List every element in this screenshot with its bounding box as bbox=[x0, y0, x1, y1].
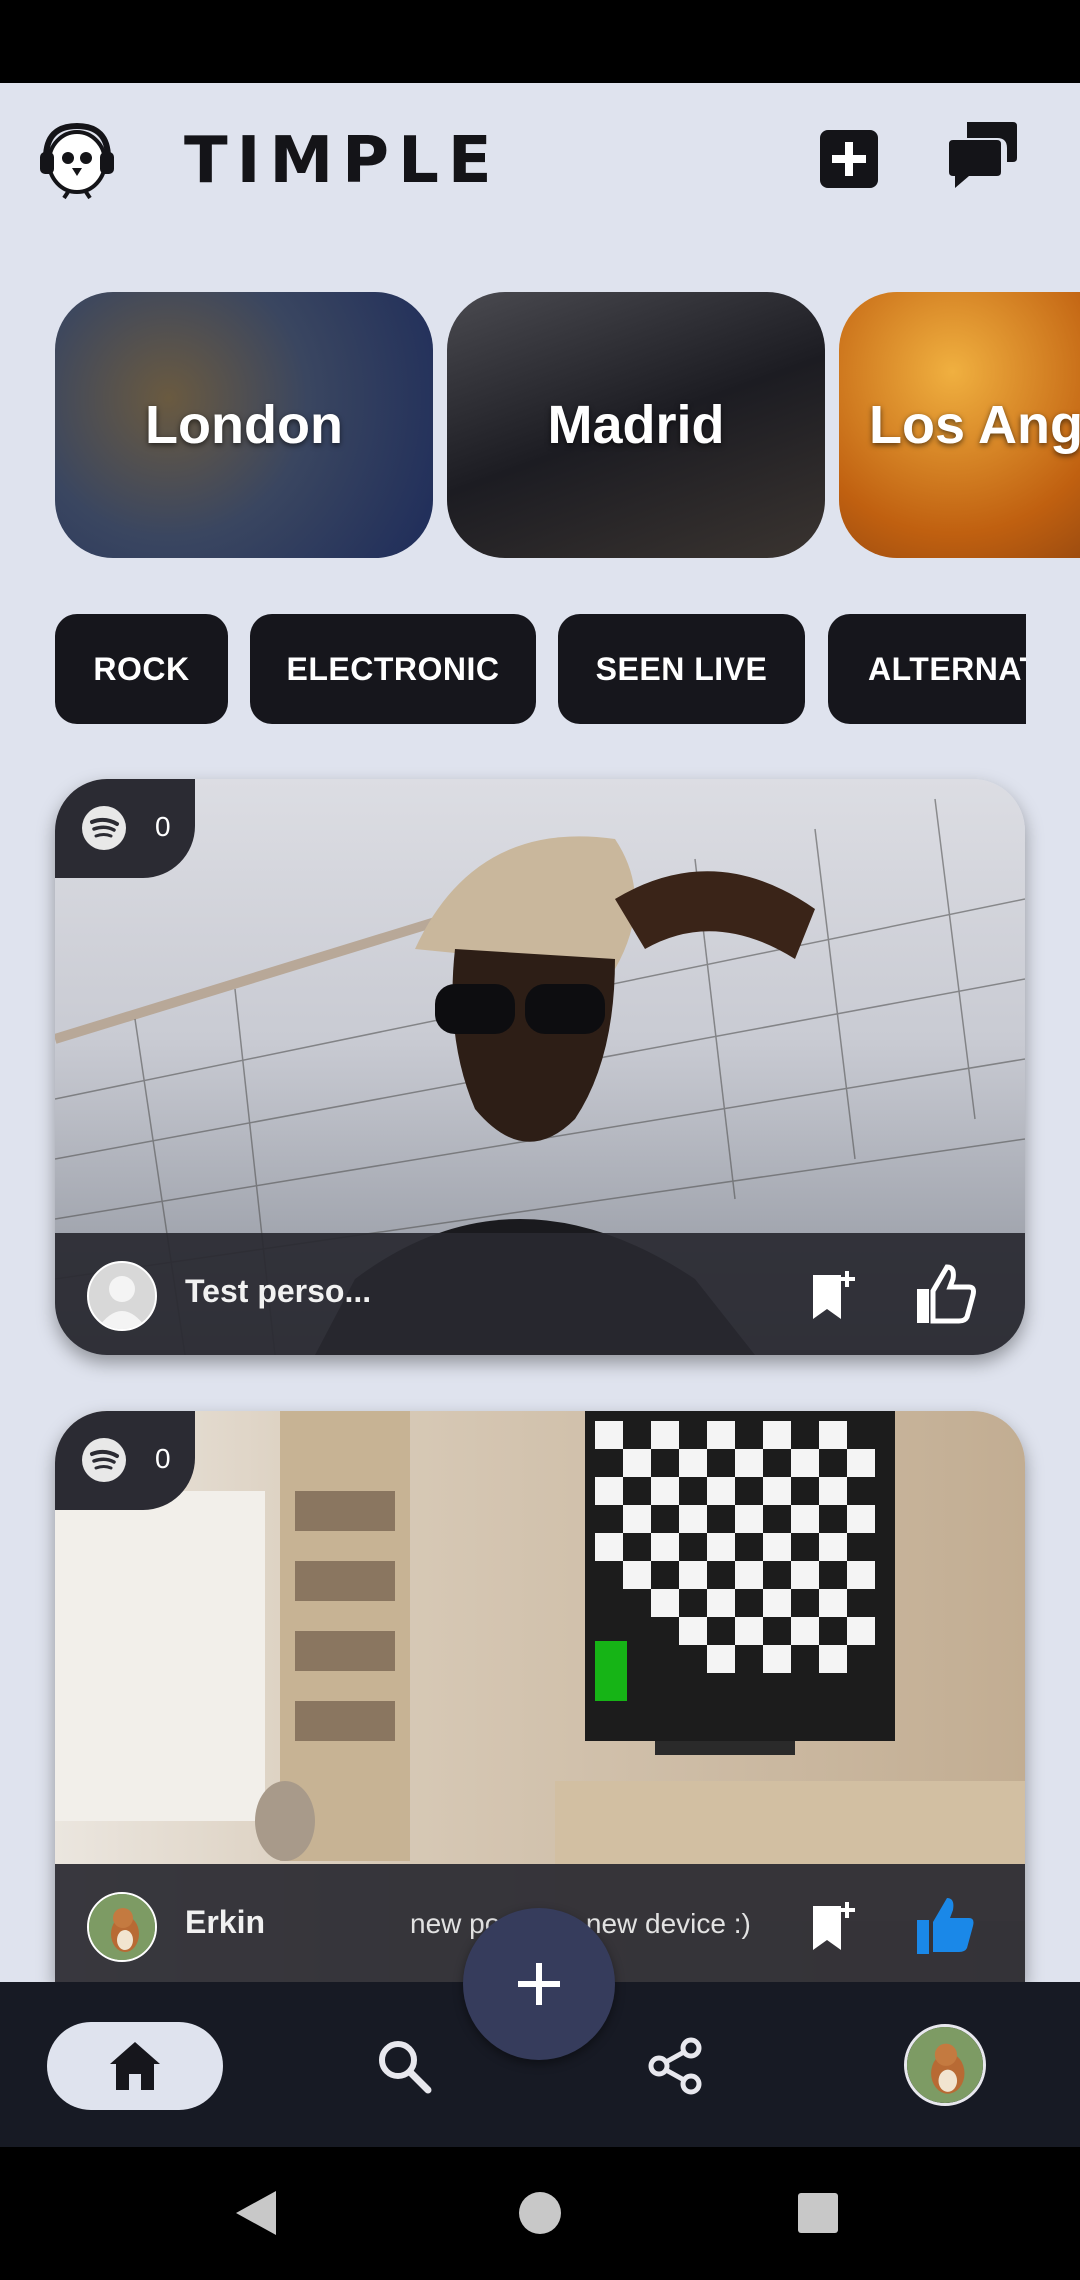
city-card-los-angeles[interactable]: Los Ang bbox=[839, 292, 1080, 558]
city-label: London bbox=[145, 395, 343, 455]
thumbs-up-icon bbox=[917, 1264, 976, 1324]
search-icon bbox=[379, 2041, 432, 2094]
bookmark-plus-icon bbox=[813, 1271, 855, 1319]
thumbs-up-filled-icon bbox=[917, 1898, 974, 1954]
city-carousel[interactable]: London Madrid Los Ang bbox=[0, 292, 1080, 558]
share-icon bbox=[648, 2037, 702, 2095]
post-card[interactable]: 0 Test perso... bbox=[55, 779, 1025, 1355]
system-nav-bar bbox=[0, 2147, 1080, 2280]
avatar[interactable] bbox=[87, 1892, 157, 1962]
nav-home-button[interactable] bbox=[47, 2022, 223, 2110]
spotify-icon bbox=[82, 1438, 126, 1482]
genre-chip-electronic[interactable]: ELECTRONIC bbox=[250, 614, 536, 724]
messages-button[interactable] bbox=[944, 115, 1024, 195]
like-button[interactable] bbox=[913, 1263, 977, 1327]
city-card-london[interactable]: London bbox=[55, 292, 433, 558]
post-card[interactable]: 0 Erkin new po a new device :) bbox=[55, 1411, 1025, 1982]
post-username[interactable]: Test perso... bbox=[185, 1273, 371, 1310]
genre-chips[interactable]: ROCK ELECTRONIC SEEN LIVE ALTERNAT bbox=[0, 614, 1026, 724]
genre-chip-rock[interactable]: ROCK bbox=[55, 614, 228, 724]
recents-icon[interactable] bbox=[798, 2193, 838, 2233]
plus-icon bbox=[518, 1963, 560, 2005]
city-card-madrid[interactable]: Madrid bbox=[447, 292, 825, 558]
bird-headphones-logo-icon[interactable] bbox=[36, 118, 118, 200]
app-title: TIMPLE bbox=[184, 124, 501, 198]
genre-chip-alternative[interactable]: ALTERNAT bbox=[828, 614, 1026, 724]
profile-avatar-icon bbox=[907, 2027, 983, 2103]
post-username[interactable]: Erkin bbox=[185, 1904, 265, 1941]
app-header: TIMPLE bbox=[0, 83, 1080, 233]
home-circle-icon[interactable] bbox=[519, 2192, 561, 2234]
home-icon bbox=[110, 2042, 160, 2090]
bookmark-plus-icon bbox=[813, 1902, 855, 1950]
city-label: Los Ang bbox=[869, 395, 1080, 455]
spotify-icon bbox=[82, 806, 126, 850]
nav-search-button[interactable] bbox=[364, 2026, 444, 2106]
spotify-count: 0 bbox=[155, 811, 171, 842]
plus-square-icon bbox=[820, 130, 878, 188]
bookmark-add-button[interactable] bbox=[807, 1898, 861, 1952]
add-post-button[interactable] bbox=[809, 119, 889, 199]
post-footer: Test perso... bbox=[55, 1233, 1025, 1355]
spotify-count: 0 bbox=[155, 1443, 171, 1474]
avatar[interactable] bbox=[87, 1261, 157, 1331]
like-button[interactable] bbox=[913, 1894, 977, 1958]
bookmark-add-button[interactable] bbox=[807, 1267, 861, 1321]
status-bar bbox=[0, 0, 1080, 83]
nav-profile-button[interactable] bbox=[904, 2024, 986, 2106]
spotify-badge[interactable]: 0 bbox=[55, 1411, 195, 1510]
back-icon[interactable] bbox=[236, 2191, 276, 2235]
chat-bubbles-icon bbox=[949, 122, 1017, 188]
squirrel-avatar-icon bbox=[89, 1894, 155, 1960]
city-label: Madrid bbox=[547, 395, 725, 455]
create-post-fab[interactable] bbox=[463, 1908, 615, 2060]
genre-chip-seen-live[interactable]: SEEN LIVE bbox=[558, 614, 805, 724]
nav-share-button[interactable] bbox=[635, 2026, 715, 2106]
spotify-badge[interactable]: 0 bbox=[55, 779, 195, 878]
person-placeholder-icon bbox=[97, 1276, 147, 1329]
